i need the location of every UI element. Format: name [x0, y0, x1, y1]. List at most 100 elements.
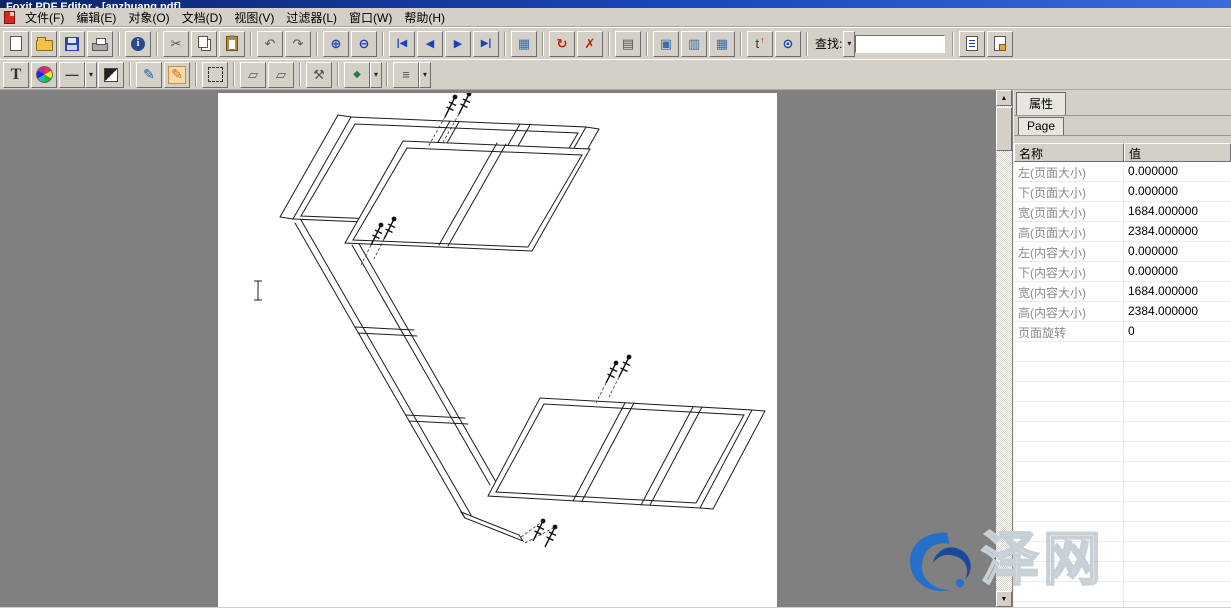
page-preview-button[interactable]: ▣ [653, 31, 679, 57]
property-row[interactable]: 高(页面大小) 2384.000000 [1014, 222, 1231, 242]
four-page-view-button[interactable]: ▦ [709, 31, 735, 57]
node-edit-dropdown[interactable]: ▾ [370, 62, 382, 88]
property-value[interactable]: 1684.000000 [1124, 282, 1231, 301]
vertical-scrollbar[interactable]: ▲ ▼ [996, 90, 1012, 607]
open-folder-icon [36, 40, 53, 51]
align-button[interactable]: ≡ [393, 62, 419, 88]
page-layout-button[interactable]: ▦ [511, 31, 537, 57]
menu-object[interactable]: 对象(O) [122, 8, 175, 27]
toolbar-separator [233, 63, 235, 87]
line-style-dropdown[interactable]: ▾ [85, 62, 97, 88]
menu-file[interactable]: 文件(F) [19, 8, 70, 27]
find-input[interactable] [855, 35, 945, 53]
fill-style-button[interactable] [98, 62, 124, 88]
delete-page-button[interactable]: ✗ [577, 31, 603, 57]
property-row[interactable]: 下(页面大小) 0.000000 [1014, 182, 1231, 202]
paste-clipboard-icon [226, 36, 238, 51]
document-page[interactable] [218, 93, 777, 607]
line-style-button[interactable]: — [59, 62, 85, 88]
extract-page-button[interactable] [987, 31, 1013, 57]
target-button[interactable]: ⊙ [775, 31, 801, 57]
menu-bar: 文件(F) 编辑(E) 对象(O) 文档(D) 视图(V) 过滤器(L) 窗口(… [0, 8, 1231, 27]
property-row[interactable]: 宽(页面大小) 1684.000000 [1014, 202, 1231, 222]
copy-button[interactable] [191, 31, 217, 57]
toolbar-separator [952, 32, 954, 56]
save-button[interactable] [59, 31, 85, 57]
document-info-button[interactable]: i [125, 31, 151, 57]
edit-text-button[interactable]: ✎ [136, 62, 162, 88]
toolbar-separator [504, 32, 506, 56]
view-source-button[interactable] [959, 31, 985, 57]
property-name: 宽(内容大小) [1014, 282, 1124, 301]
menu-view[interactable]: 视图(V) [228, 8, 280, 27]
work-area: ▲ ▼ 属性 Page 名称 值 左(页面大小) 0.000000 下(页面大小… [0, 90, 1231, 607]
grid-header: 名称 值 [1014, 143, 1231, 162]
transform-skew-button[interactable]: ▱ [268, 62, 294, 88]
property-row[interactable]: 页面旋转 0 [1014, 322, 1231, 342]
toolbar-separator [156, 32, 158, 56]
property-value[interactable]: 0.000000 [1124, 162, 1231, 181]
color-picker-button[interactable] [31, 62, 57, 88]
node-edit-button[interactable]: ◆ [344, 62, 370, 88]
node-icon: ◆ [353, 69, 361, 80]
menu-edit[interactable]: 编辑(E) [70, 8, 122, 27]
menu-window[interactable]: 窗口(W) [343, 8, 398, 27]
text-tool-button[interactable]: T [3, 62, 29, 88]
scroll-up-button[interactable]: ▲ [996, 90, 1012, 106]
property-value[interactable]: 0.000000 [1124, 262, 1231, 281]
property-value[interactable]: 0.000000 [1124, 182, 1231, 201]
next-page-button[interactable]: ▶ [445, 31, 471, 57]
toolbar-separator [129, 63, 131, 87]
cut-button[interactable]: ✂ [163, 31, 189, 57]
column-header-value[interactable]: 值 [1124, 143, 1231, 162]
toolbar-separator [337, 63, 339, 87]
empty-grid-rows [1014, 342, 1231, 607]
scroll-down-button[interactable]: ▼ [996, 591, 1012, 607]
menu-help[interactable]: 帮助(H) [398, 8, 451, 27]
scroll-down-icon: ▼ [1001, 596, 1008, 603]
open-file-button[interactable] [31, 31, 57, 57]
text-export-button[interactable]: t ↑ [747, 31, 773, 57]
align-dropdown[interactable]: ▾ [419, 62, 431, 88]
print-button[interactable] [87, 31, 113, 57]
property-value[interactable]: 0 [1124, 322, 1231, 341]
new-document-button[interactable] [3, 31, 29, 57]
property-value[interactable]: 2384.000000 [1124, 302, 1231, 321]
property-row[interactable]: 宽(内容大小) 1684.000000 [1014, 282, 1231, 302]
zoom-out-button[interactable]: ⊖ [351, 31, 377, 57]
tools-button[interactable]: ⚒ [306, 62, 332, 88]
properties-tab[interactable]: 属性 [1016, 92, 1066, 115]
column-header-name[interactable]: 名称 [1014, 143, 1124, 162]
toolbar-separator [299, 63, 301, 87]
property-value[interactable]: 0.000000 [1124, 242, 1231, 261]
toolbar-separator [608, 32, 610, 56]
property-row[interactable]: 下(内容大小) 0.000000 [1014, 262, 1231, 282]
find-group: 查找: ▾ [815, 31, 945, 57]
chevron-down-icon: ▾ [423, 70, 427, 79]
toolbar-separator [382, 32, 384, 56]
property-name: 下(内容大小) [1014, 262, 1124, 281]
hex-view-button[interactable]: ▤ [615, 31, 641, 57]
property-row[interactable]: 左(内容大小) 0.000000 [1014, 242, 1231, 262]
edit-object-button[interactable]: ✎ [164, 62, 190, 88]
menu-filter[interactable]: 过滤器(L) [280, 8, 343, 27]
previous-page-button[interactable]: ◀ [417, 31, 443, 57]
menu-document[interactable]: 文档(D) [176, 8, 229, 27]
redo-button[interactable]: ↷ [285, 31, 311, 57]
page-tab[interactable]: Page [1018, 117, 1064, 135]
property-row[interactable]: 左(页面大小) 0.000000 [1014, 162, 1231, 182]
transform-scale-button[interactable]: ▱ [240, 62, 266, 88]
property-value[interactable]: 1684.000000 [1124, 202, 1231, 221]
find-options-dropdown[interactable]: ▾ [843, 31, 855, 57]
select-area-button[interactable] [202, 62, 228, 88]
rotate-page-button[interactable]: ↻ [549, 31, 575, 57]
scrollbar-thumb[interactable] [996, 107, 1012, 151]
zoom-in-button[interactable]: ⊕ [323, 31, 349, 57]
property-row[interactable]: 高(内容大小) 2384.000000 [1014, 302, 1231, 322]
paste-button[interactable] [219, 31, 245, 57]
two-page-view-button[interactable]: ▥ [681, 31, 707, 57]
property-value[interactable]: 2384.000000 [1124, 222, 1231, 241]
undo-button[interactable]: ↶ [257, 31, 283, 57]
last-page-button[interactable]: ▶| [473, 31, 499, 57]
first-page-button[interactable]: |◀ [389, 31, 415, 57]
